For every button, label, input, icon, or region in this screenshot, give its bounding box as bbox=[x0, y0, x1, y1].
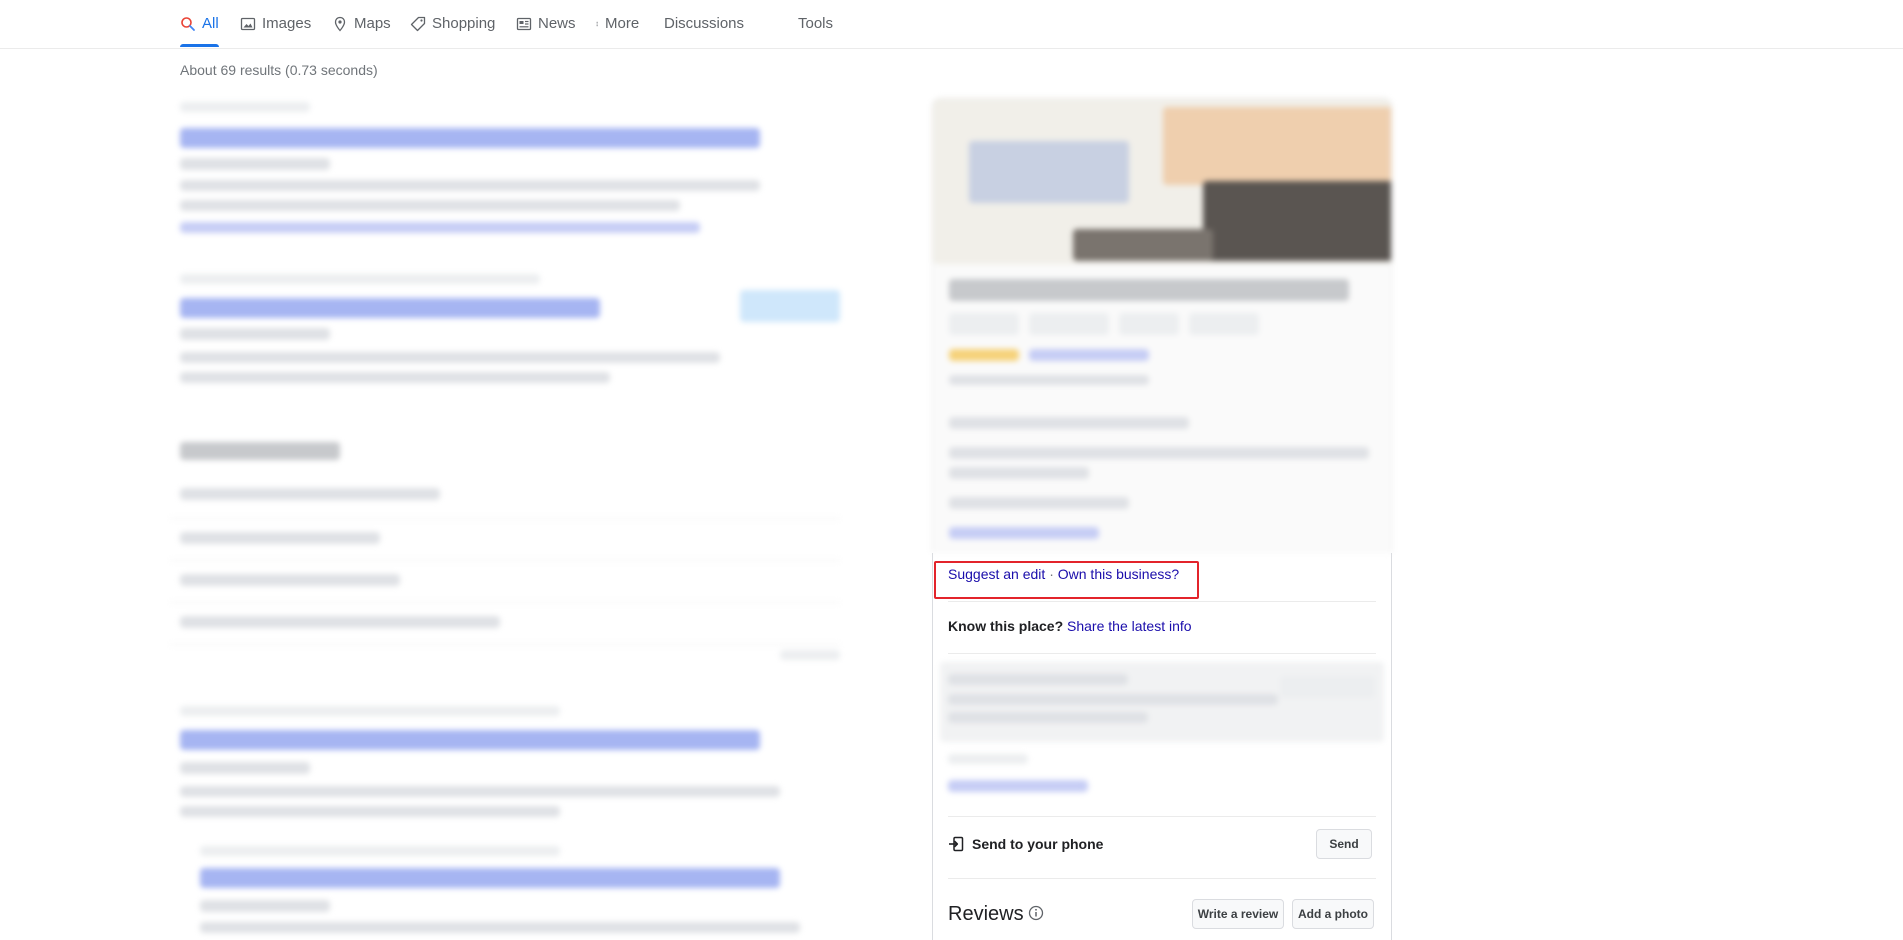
know-this-place-row: Know this place? Share the latest info bbox=[948, 618, 1192, 634]
search-tabs-bar: All Images Maps Shopping News More Discu… bbox=[0, 0, 1903, 49]
divider bbox=[948, 601, 1376, 602]
tab-shopping-label: Shopping bbox=[432, 15, 496, 32]
tab-all-label: All bbox=[202, 15, 219, 32]
blurred-search-results bbox=[170, 90, 850, 940]
result-stats: About 69 results (0.73 seconds) bbox=[180, 62, 378, 78]
suggest-edit-link[interactable]: Suggest an edit bbox=[948, 566, 1045, 582]
share-latest-info-link[interactable]: Share the latest info bbox=[1067, 618, 1192, 634]
reviews-title: Reviews bbox=[948, 903, 1024, 925]
blurred-business-info bbox=[932, 98, 1392, 553]
search-icon bbox=[181, 16, 195, 31]
tab-discussions[interactable]: Discussions bbox=[664, 0, 744, 47]
tab-all[interactable]: All bbox=[180, 0, 219, 47]
know-place-label: Know this place? bbox=[948, 618, 1064, 634]
newspaper-icon bbox=[516, 17, 532, 30]
tab-more-label: More bbox=[605, 15, 640, 32]
tab-maps[interactable]: Maps bbox=[332, 0, 391, 47]
tab-tools-label: Tools bbox=[798, 15, 834, 32]
own-business-link[interactable]: Own this business? bbox=[1058, 566, 1179, 582]
add-photo-button[interactable]: Add a photo bbox=[1292, 899, 1374, 929]
send-button[interactable]: Send bbox=[1316, 829, 1372, 859]
tab-maps-label: Maps bbox=[354, 15, 391, 32]
map-pin-icon bbox=[334, 16, 346, 31]
tab-tools[interactable]: Tools bbox=[798, 0, 833, 47]
send-to-phone-icon bbox=[949, 836, 964, 852]
tab-discussions-label: Discussions bbox=[664, 15, 745, 32]
send-to-phone-row: Send to your phone bbox=[948, 828, 1376, 860]
divider bbox=[948, 816, 1376, 817]
info-icon[interactable] bbox=[1028, 905, 1044, 921]
tab-images[interactable]: Images bbox=[240, 0, 311, 47]
blurred-question-section bbox=[940, 654, 1384, 794]
tab-more[interactable]: More bbox=[596, 0, 639, 47]
tab-news-label: News bbox=[538, 15, 576, 32]
tab-shopping[interactable]: Shopping bbox=[410, 0, 495, 47]
more-vertical-icon bbox=[596, 21, 598, 26]
tab-news[interactable]: News bbox=[516, 0, 576, 47]
separator-dot: · bbox=[1049, 566, 1054, 582]
suggest-edit-row: Suggest an edit · Own this business? bbox=[948, 566, 1179, 582]
tag-icon bbox=[410, 16, 426, 31]
write-review-button[interactable]: Write a review bbox=[1192, 899, 1284, 929]
image-icon bbox=[240, 17, 256, 30]
tab-images-label: Images bbox=[262, 15, 312, 32]
knowledge-panel: Suggest an edit · Own this business? Kno… bbox=[932, 98, 1392, 940]
send-to-phone-label: Send to your phone bbox=[972, 836, 1104, 852]
divider bbox=[948, 878, 1376, 879]
